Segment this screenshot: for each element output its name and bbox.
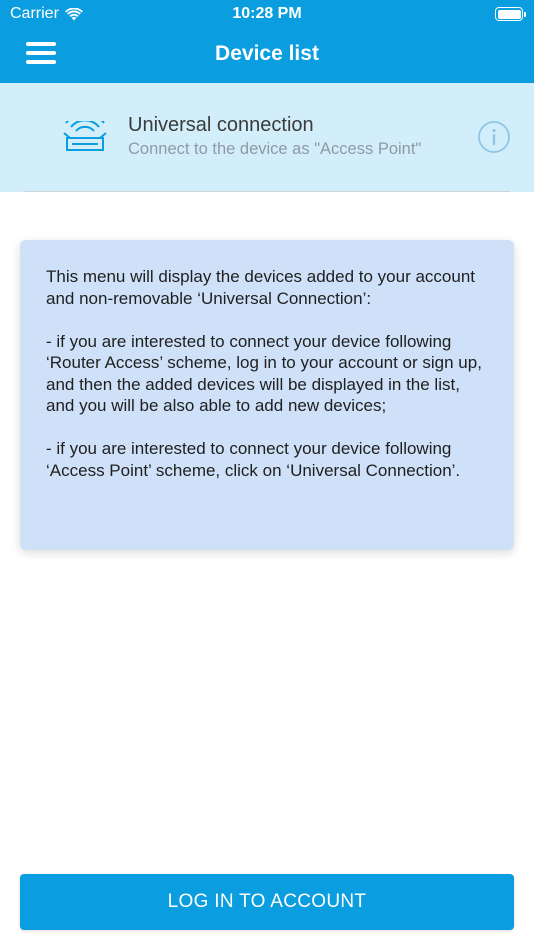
router-wifi-icon — [63, 121, 107, 151]
universal-connection-subtitle: Connect to the device as "Access Point" — [128, 140, 422, 158]
page-title: Device list — [215, 42, 319, 65]
status-bar: Carrier 10:28 PM — [0, 0, 534, 28]
message-paragraph: This menu will display the devices added… — [46, 267, 476, 308]
universal-connection-title: Universal connection — [128, 114, 314, 136]
info-message-box: This menu will display the devices added… — [20, 240, 514, 550]
message-paragraph: - if you are interested to connect your … — [46, 331, 482, 416]
status-time: 10:28 PM — [232, 5, 302, 22]
app-header: Carrier 10:28 PM Device list — [0, 0, 534, 83]
battery-tip — [524, 12, 526, 17]
battery-level — [497, 9, 521, 19]
info-icon[interactable] — [478, 121, 510, 153]
list-divider — [24, 191, 510, 192]
battery-icon — [495, 7, 526, 21]
login-button[interactable]: LOG IN TO ACCOUNT — [20, 874, 514, 930]
message-paragraph: - if you are interested to connect your … — [46, 439, 461, 480]
